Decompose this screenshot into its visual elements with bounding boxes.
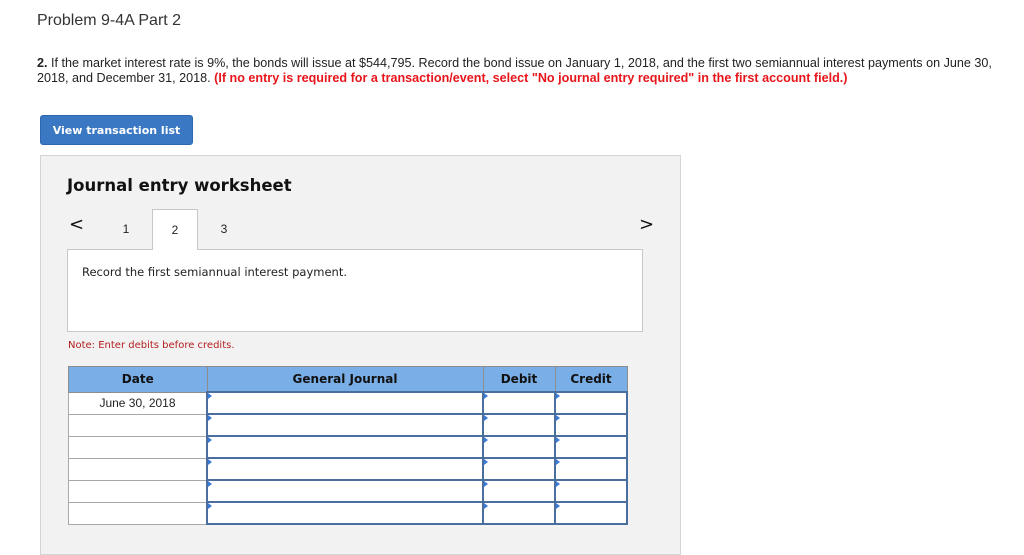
- table-header-row: Date General Journal Debit Credit: [68, 366, 628, 393]
- debit-input[interactable]: [482, 501, 556, 525]
- input-marker-icon: [556, 459, 560, 465]
- account-input[interactable]: [206, 435, 484, 459]
- date-cell[interactable]: [68, 501, 208, 525]
- input-marker-icon: [208, 415, 212, 421]
- date-cell[interactable]: June 30, 2018: [68, 391, 208, 415]
- debit-input[interactable]: [482, 457, 556, 481]
- table-row: June 30, 2018: [68, 391, 628, 415]
- input-marker-icon: [556, 481, 560, 487]
- credit-input[interactable]: [554, 501, 628, 525]
- date-cell[interactable]: [68, 435, 208, 459]
- input-marker-icon: [484, 459, 488, 465]
- chevron-right-icon[interactable]: >: [639, 214, 654, 235]
- note-text: Note: Enter debits before credits.: [68, 340, 235, 351]
- date-cell[interactable]: [68, 479, 208, 503]
- input-marker-icon: [484, 393, 488, 399]
- input-marker-icon: [208, 459, 212, 465]
- debit-input[interactable]: [482, 435, 556, 459]
- tab-1[interactable]: 1: [103, 209, 149, 249]
- header-debit: Debit: [482, 366, 556, 393]
- account-input[interactable]: [206, 391, 484, 415]
- credit-input[interactable]: [554, 413, 628, 437]
- chevron-left-icon[interactable]: <: [69, 214, 84, 235]
- journal-table: Date General Journal Debit Credit June 3…: [68, 366, 628, 525]
- transaction-description: Record the first semiannual interest pay…: [82, 265, 347, 279]
- table-row: [68, 479, 628, 503]
- input-marker-icon: [484, 415, 488, 421]
- account-input[interactable]: [206, 501, 484, 525]
- credit-input[interactable]: [554, 391, 628, 415]
- header-credit: Credit: [554, 366, 628, 393]
- worksheet-title: Journal entry worksheet: [67, 176, 292, 195]
- table-row: [68, 413, 628, 437]
- date-cell[interactable]: [68, 457, 208, 481]
- question-number: 2.: [37, 56, 48, 70]
- table-row: [68, 435, 628, 459]
- header-date: Date: [68, 366, 208, 393]
- header-general-journal: General Journal: [206, 366, 484, 393]
- input-marker-icon: [556, 503, 560, 509]
- account-input[interactable]: [206, 413, 484, 437]
- input-marker-icon: [208, 481, 212, 487]
- journal-entry-worksheet-panel: Journal entry worksheet < 1 2 3 > Record…: [40, 155, 681, 555]
- transaction-description-box: Record the first semiannual interest pay…: [67, 249, 643, 332]
- question-instruction: (If no entry is required for a transacti…: [214, 71, 848, 85]
- input-marker-icon: [556, 393, 560, 399]
- credit-input[interactable]: [554, 479, 628, 503]
- debit-input[interactable]: [482, 413, 556, 437]
- tab-2[interactable]: 2: [152, 209, 198, 250]
- credit-input[interactable]: [554, 435, 628, 459]
- input-marker-icon: [556, 437, 560, 443]
- input-marker-icon: [484, 437, 488, 443]
- view-transaction-list-button[interactable]: View transaction list: [40, 115, 193, 145]
- question-text: 2. If the market interest rate is 9%, th…: [37, 56, 1017, 86]
- account-input[interactable]: [206, 457, 484, 481]
- date-cell[interactable]: [68, 413, 208, 437]
- table-row: [68, 501, 628, 525]
- input-marker-icon: [208, 437, 212, 443]
- debit-input[interactable]: [482, 479, 556, 503]
- input-marker-icon: [484, 503, 488, 509]
- debit-input[interactable]: [482, 391, 556, 415]
- input-marker-icon: [208, 393, 212, 399]
- input-marker-icon: [208, 503, 212, 509]
- credit-input[interactable]: [554, 457, 628, 481]
- input-marker-icon: [484, 481, 488, 487]
- page-title: Problem 9-4A Part 2: [37, 12, 182, 29]
- tab-3[interactable]: 3: [201, 209, 247, 249]
- table-row: [68, 457, 628, 481]
- account-input[interactable]: [206, 479, 484, 503]
- input-marker-icon: [556, 415, 560, 421]
